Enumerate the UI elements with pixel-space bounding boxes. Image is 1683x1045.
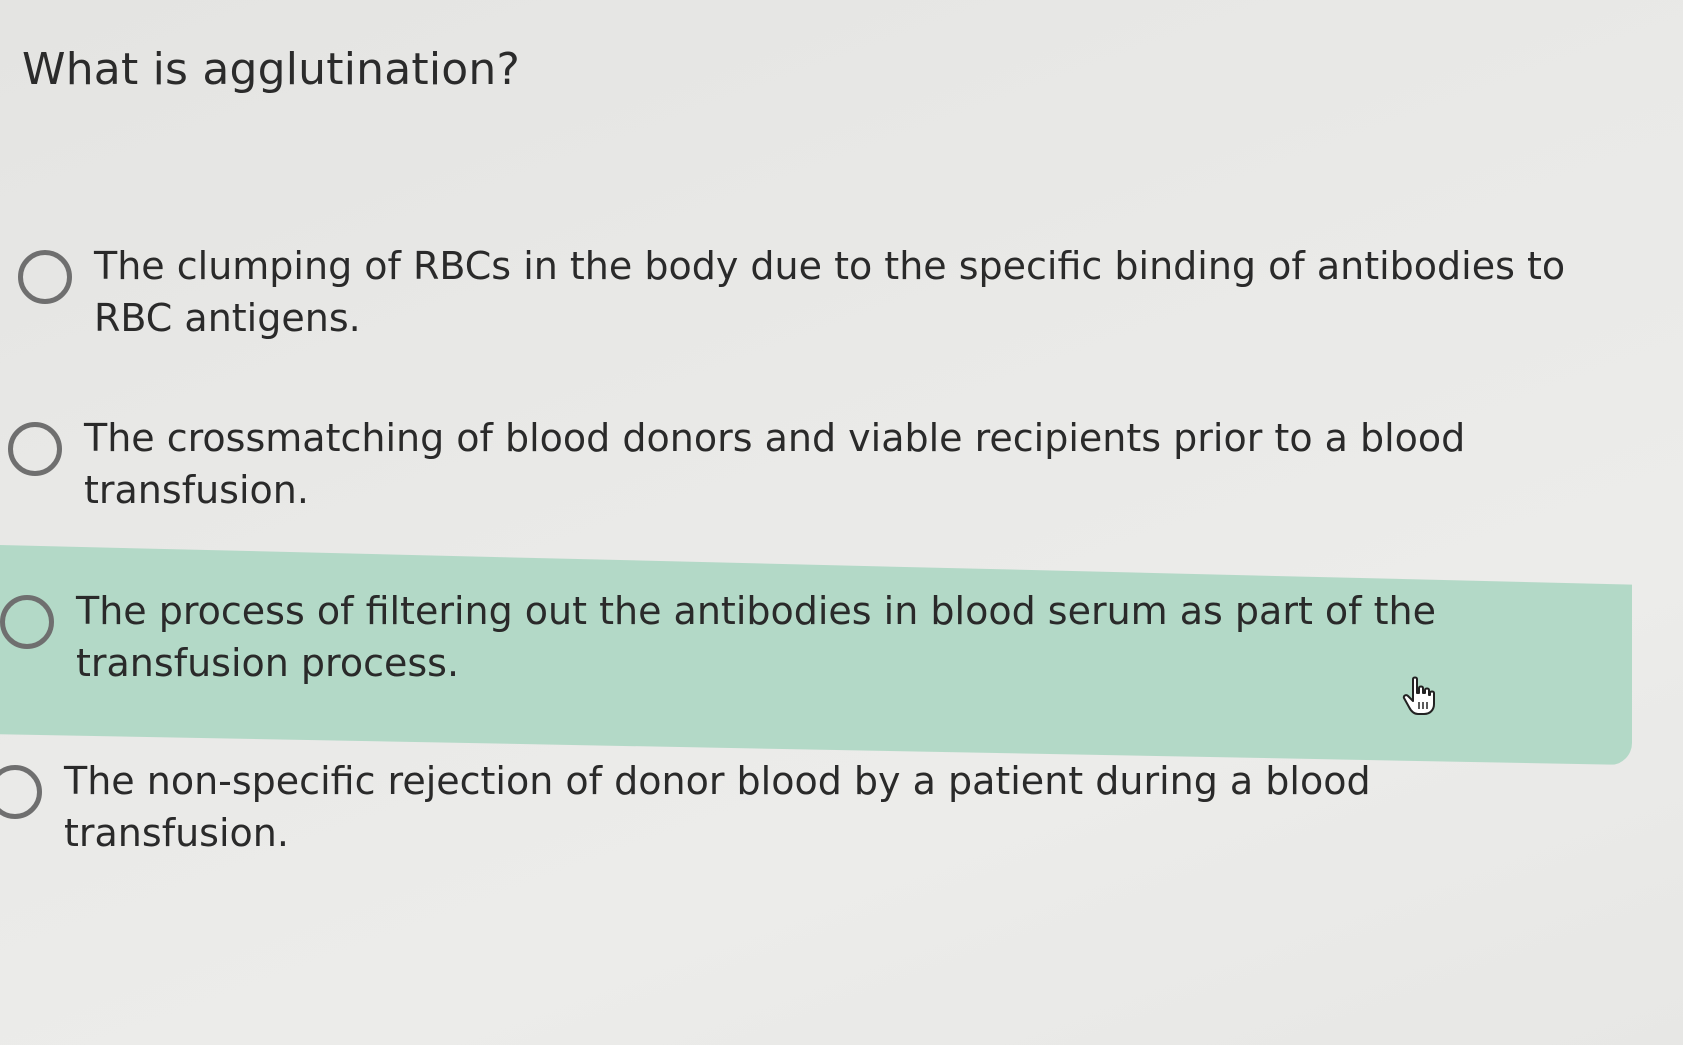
radio-button-1[interactable] (18, 250, 72, 304)
answer-option-label: The crossmatching of blood donors and vi… (84, 416, 1466, 512)
answer-option-4[interactable]: The non-specific rejection of donor bloo… (0, 755, 1588, 859)
answer-options: The clumping of RBCs in the body due to … (0, 0, 1683, 1045)
hand-pointer-icon (1402, 676, 1435, 715)
answer-option-2[interactable]: The crossmatching of blood donors and vi… (8, 412, 1608, 516)
answer-option-label: The non-specific rejection of donor bloo… (64, 759, 1371, 855)
radio-button-4[interactable] (0, 765, 42, 819)
radio-button-3[interactable] (0, 595, 54, 649)
answer-option-label: The process of filtering out the antibod… (76, 589, 1437, 685)
answer-option-3[interactable]: The process of filtering out the antibod… (0, 585, 1600, 689)
radio-button-2[interactable] (8, 422, 62, 476)
answer-option-1[interactable]: The clumping of RBCs in the body due to … (18, 240, 1618, 344)
answer-option-label: The clumping of RBCs in the body due to … (94, 244, 1566, 340)
